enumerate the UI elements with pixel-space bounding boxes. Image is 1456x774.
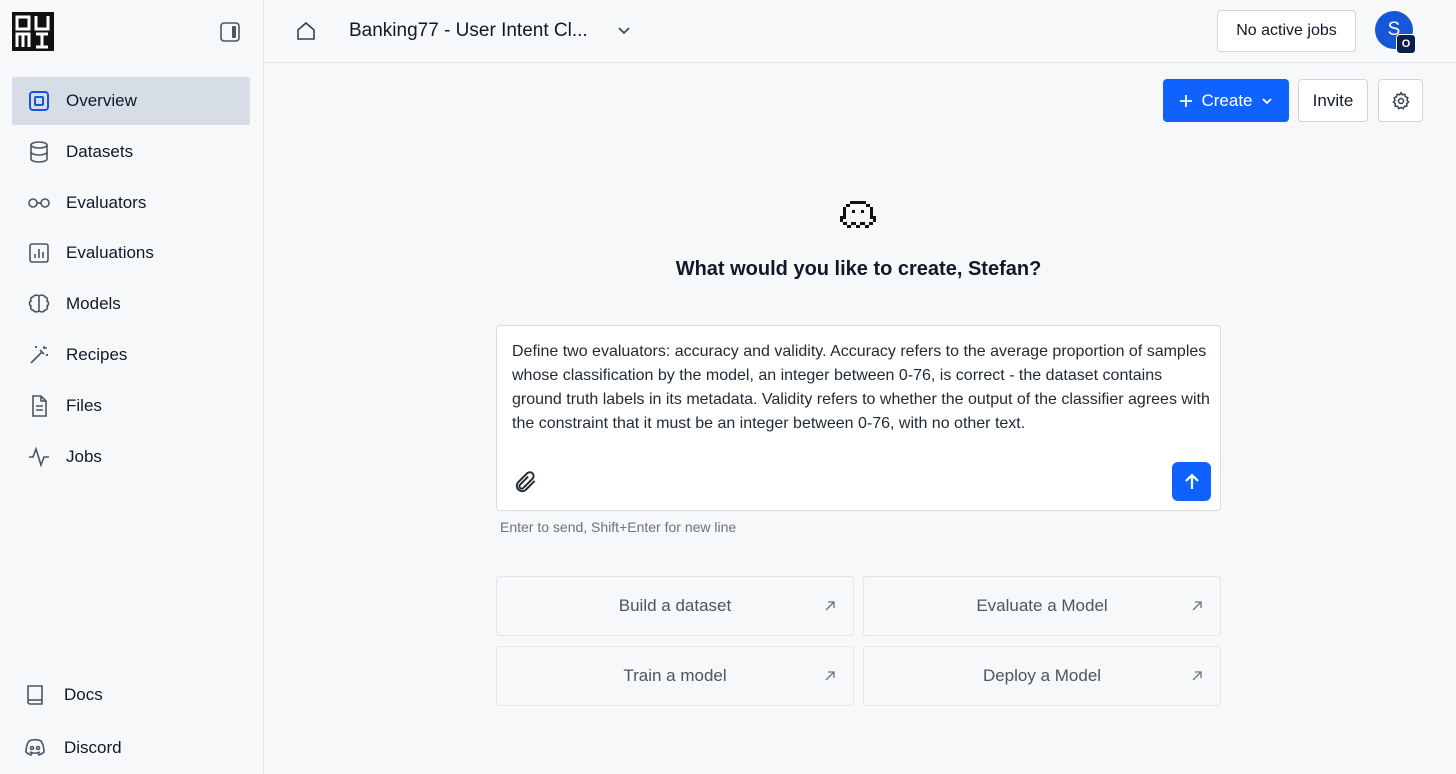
gear-icon bbox=[1391, 90, 1410, 110]
sidebar-item-models[interactable]: Models bbox=[12, 280, 250, 328]
arrow-up-icon bbox=[1184, 472, 1199, 489]
invite-button[interactable]: Invite bbox=[1298, 79, 1368, 122]
prompt-input[interactable]: Define two evaluators: accuracy and vali… bbox=[512, 340, 1212, 436]
arrow-up-right-icon bbox=[1192, 671, 1202, 681]
quick-action-label: Train a model bbox=[623, 666, 727, 685]
sidebar-item-jobs[interactable]: Jobs bbox=[12, 433, 250, 481]
arrow-up-right-icon bbox=[825, 601, 835, 611]
sidebar-item-label: Overview bbox=[66, 91, 137, 110]
activity-icon bbox=[26, 444, 52, 470]
create-button[interactable]: Create bbox=[1163, 79, 1289, 122]
chevron-down-icon bbox=[1261, 97, 1272, 104]
quick-action-evaluate-model[interactable]: Evaluate a Model bbox=[863, 576, 1221, 636]
overview-icon bbox=[26, 88, 52, 114]
arrow-up-right-icon bbox=[1192, 601, 1202, 611]
create-button-label: Create bbox=[1201, 90, 1253, 110]
quick-action-label: Evaluate a Model bbox=[976, 596, 1108, 615]
org-badge: O bbox=[1396, 34, 1416, 54]
magic-wand-icon bbox=[26, 342, 52, 368]
sidebar-item-overview[interactable]: Overview bbox=[12, 77, 250, 125]
discord-icon bbox=[22, 735, 48, 761]
sidebar-item-datasets[interactable]: Datasets bbox=[12, 128, 250, 176]
prompt-title: What would you like to create, Stefan? bbox=[675, 258, 1042, 280]
sidebar-item-label: Evaluations bbox=[66, 243, 154, 263]
send-button[interactable] bbox=[1172, 462, 1211, 501]
sidebar-item-discord[interactable]: Discord bbox=[12, 723, 250, 773]
quick-action-train-model[interactable]: Train a model bbox=[496, 646, 854, 706]
composer-hint: Enter to send, Shift+Enter for new line bbox=[500, 519, 737, 535]
sidebar-bottom-nav: Docs Discord bbox=[12, 670, 250, 774]
sidebar-item-label: Files bbox=[66, 395, 102, 415]
quick-action-build-dataset[interactable]: Build a dataset bbox=[496, 576, 854, 636]
sidebar-item-label: Discord bbox=[64, 738, 122, 757]
sidebar-toggle-icon[interactable] bbox=[218, 20, 242, 44]
sidebar: Overview Datasets Evaluators Evaluations… bbox=[0, 0, 264, 774]
settings-button[interactable] bbox=[1378, 79, 1423, 122]
top-header: Banking77 - User Intent Cl... No active … bbox=[264, 0, 1456, 63]
arrow-up-right-icon bbox=[825, 671, 835, 681]
sidebar-item-label: Evaluators bbox=[66, 192, 147, 212]
bar-chart-icon bbox=[26, 240, 52, 266]
book-icon bbox=[22, 682, 48, 708]
sidebar-item-files[interactable]: Files bbox=[12, 382, 250, 430]
glasses-icon bbox=[26, 190, 52, 216]
sidebar-item-label: Jobs bbox=[66, 446, 102, 466]
database-icon bbox=[26, 139, 52, 165]
sidebar-item-label: Models bbox=[66, 294, 121, 314]
brain-icon bbox=[26, 291, 52, 317]
paperclip-icon[interactable] bbox=[513, 469, 539, 495]
sidebar-item-label: Datasets bbox=[66, 141, 134, 161]
active-jobs-button[interactable]: No active jobs bbox=[1217, 10, 1356, 52]
mascot-icon bbox=[840, 201, 876, 228]
sidebar-item-label: Recipes bbox=[66, 344, 128, 364]
sidebar-item-label: Docs bbox=[64, 685, 103, 704]
quick-action-label: Build a dataset bbox=[618, 596, 732, 615]
oumi-logo[interactable] bbox=[12, 12, 54, 51]
chevron-down-icon[interactable] bbox=[614, 21, 634, 41]
file-icon bbox=[26, 393, 52, 419]
quick-action-label: Deploy a Model bbox=[982, 666, 1102, 685]
prompt-composer[interactable]: Define two evaluators: accuracy and vali… bbox=[496, 325, 1221, 511]
sidebar-nav: Overview Datasets Evaluators Evaluations… bbox=[12, 77, 250, 483]
quick-action-deploy-model[interactable]: Deploy a Model bbox=[863, 646, 1221, 706]
sidebar-item-docs[interactable]: Docs bbox=[12, 670, 250, 720]
sidebar-item-evaluations[interactable]: Evaluations bbox=[12, 229, 250, 277]
sidebar-item-evaluators[interactable]: Evaluators bbox=[12, 179, 250, 227]
sidebar-item-recipes[interactable]: Recipes bbox=[12, 331, 250, 379]
home-icon[interactable] bbox=[294, 19, 318, 43]
plus-icon bbox=[1180, 94, 1193, 107]
project-title[interactable]: Banking77 - User Intent Cl... bbox=[349, 20, 588, 42]
